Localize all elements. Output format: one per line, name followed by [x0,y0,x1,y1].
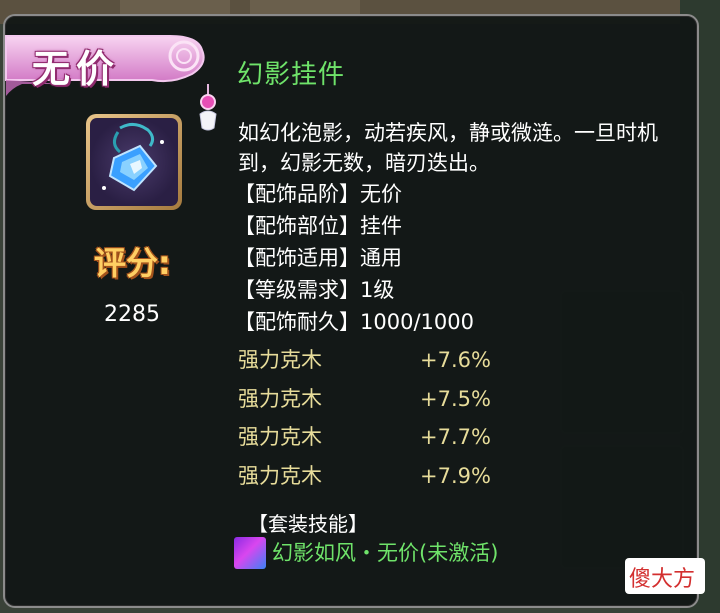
bonus-list: 强力克木 +7.6% 强力克木 +7.5% 强力克木 +7.7% 强力克木 +7… [238,344,538,498]
bonus-value: +7.5% [420,386,491,411]
bonus-row: 强力克木 +7.6% [238,344,538,383]
set-skill-header: 【套装技能】 [248,512,368,536]
attr-row-usage: 【配饰适用】通用 [234,246,402,270]
crystal-pendant-icon [102,123,164,192]
attribute-list: 【配饰品阶】无价 【配饰部位】挂件 【配饰适用】通用 【等级需求】1级 【配饰耐… [234,178,474,338]
skill-swirl-icon [234,537,266,569]
score-value: 2285 [104,302,160,327]
bonus-value: +7.6% [420,348,491,372]
bonus-name: 强力克木 [238,463,322,488]
set-skill-name: 幻影如风・无价(未激活) [272,541,499,565]
bonus-name: 强力克木 [238,425,322,449]
charm-icon [199,84,217,131]
item-name: 幻影挂件 [237,60,346,90]
attr-row-durability: 【配饰耐久】1000/1000 [234,310,474,334]
quality-label: 无价 [32,47,121,91]
attr-row-slot: 【配饰部位】挂件 [234,214,402,238]
bonus-row: 强力克木 +7.9% [238,460,538,499]
bonus-name: 强力克木 [238,386,322,411]
watermark: 傻大方 [625,558,705,594]
attr-row-quality: 【配饰品阶】无价 [234,182,402,206]
bonus-row: 强力克木 +7.5% [238,383,538,422]
watermark-text: 傻大方 [629,567,696,592]
score-label: 评分: [94,244,171,282]
bonus-value: +7.9% [420,463,491,488]
bonus-value: +7.7% [420,425,491,449]
item-description: 如幻化泡影，动若疾风，静或微涟。一旦时机到，幻影无数，暗刃迭出。 [238,121,658,175]
item-icon-slot[interactable] [86,114,182,210]
attr-row-level: 【等级需求】1级 [234,278,395,302]
bonus-name: 强力克木 [238,348,322,372]
bonus-row: 强力克木 +7.7% [238,421,538,460]
